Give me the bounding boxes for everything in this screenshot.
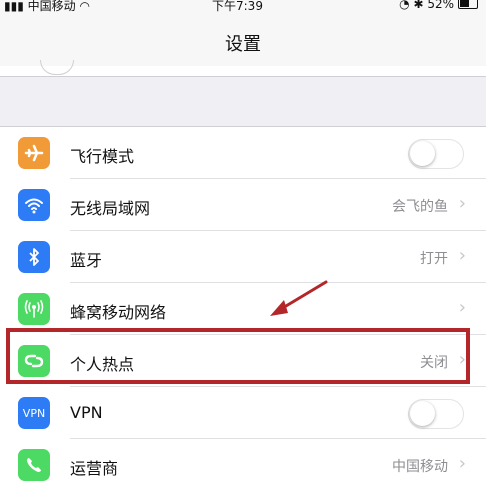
annotation-arrow-icon [270,280,328,316]
